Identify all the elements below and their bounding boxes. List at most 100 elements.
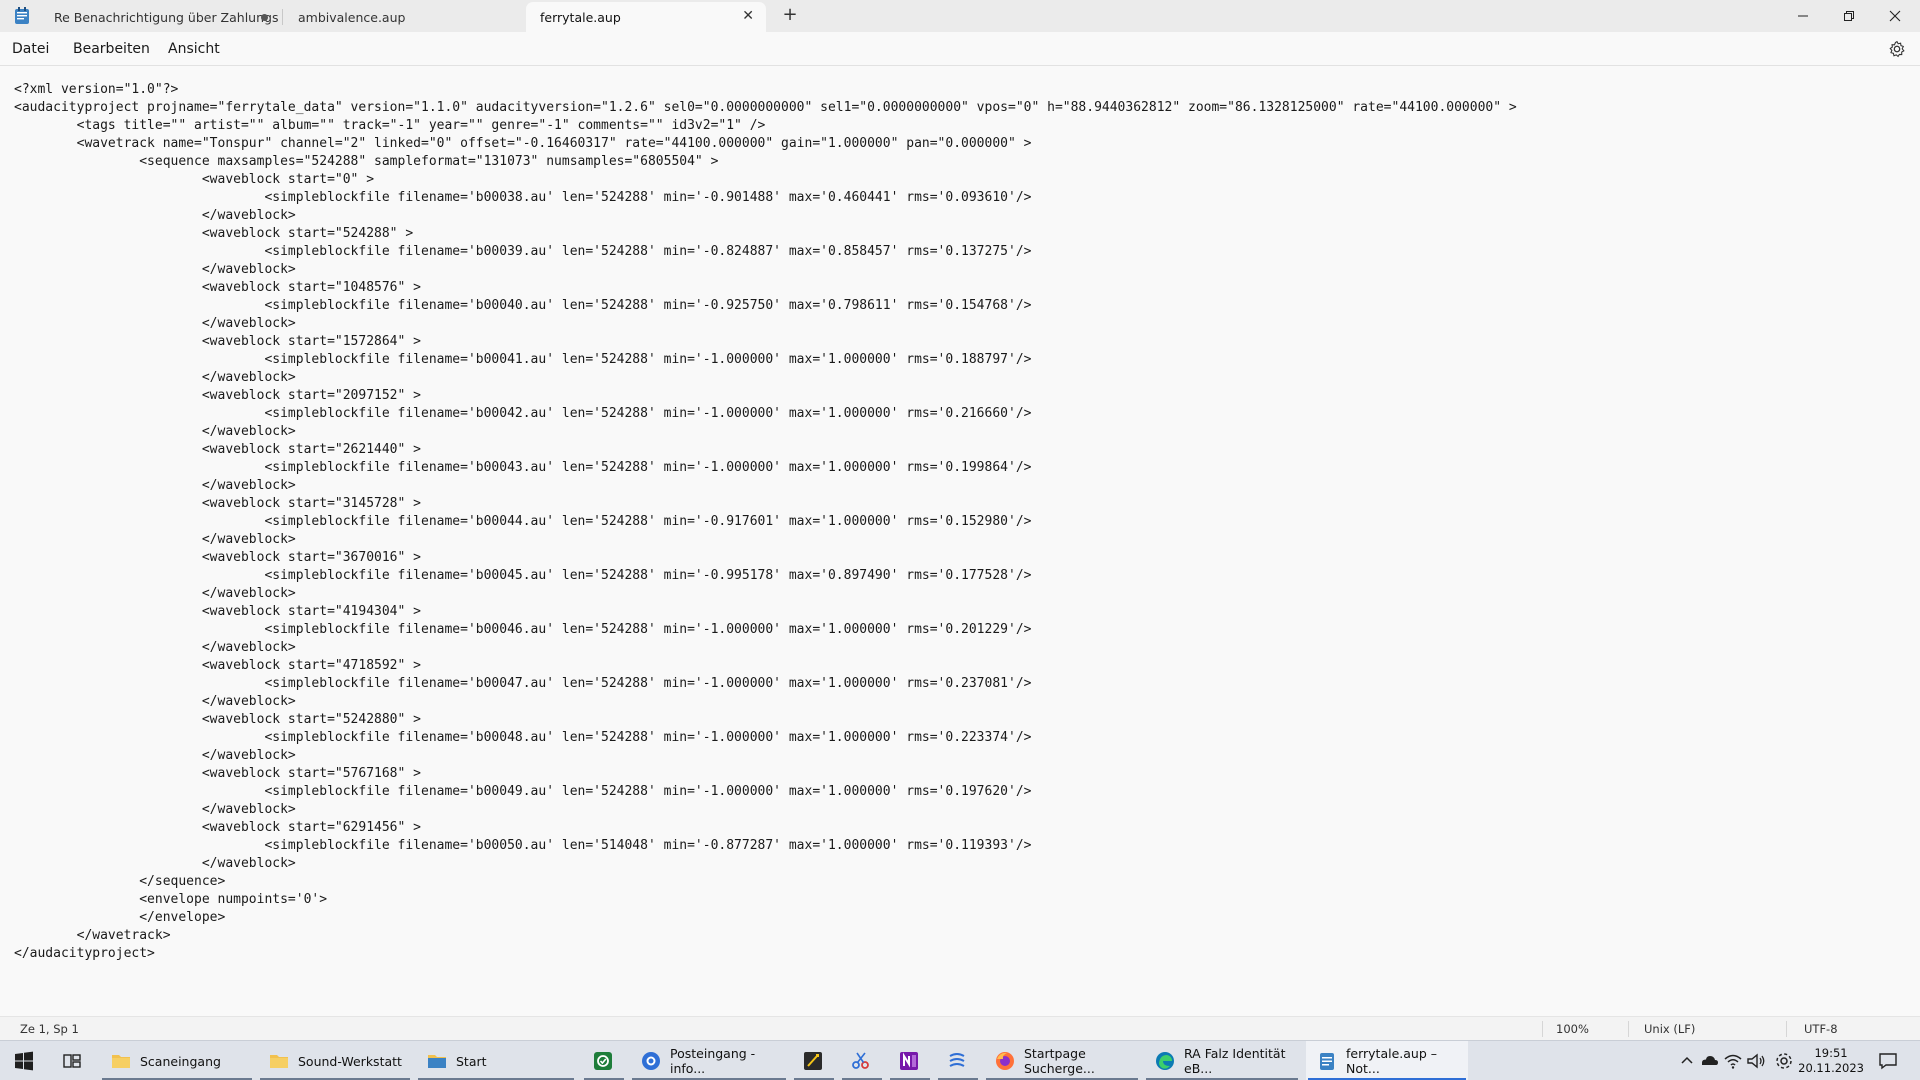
taskbar-item-ferrytale[interactable]: ferrytale.aup – Not... bbox=[1306, 1041, 1468, 1080]
security-app-icon bbox=[594, 1052, 612, 1070]
code-line: <simpleblockfile filename='b00047.au' le… bbox=[14, 676, 1032, 691]
code-line: <simpleblockfile filename='b00038.au' le… bbox=[14, 190, 1032, 205]
taskbar-item-label: RA Falz Identität eB... bbox=[1184, 1046, 1286, 1076]
code-line: </waveblock> bbox=[14, 802, 296, 817]
code-line: <waveblock start="2621440" > bbox=[14, 442, 421, 457]
folder-icon bbox=[428, 1055, 446, 1068]
tab-label: ferrytale.aup bbox=[540, 9, 621, 25]
taskbar-item-ra-falz[interactable]: RA Falz Identität eB... bbox=[1144, 1041, 1300, 1080]
code-line: <simpleblockfile filename='b00041.au' le… bbox=[14, 352, 1032, 367]
folder-icon bbox=[112, 1055, 130, 1068]
code-line: <waveblock start="1572864" > bbox=[14, 334, 421, 349]
editor-content[interactable]: <?xml version="1.0"?> <audacityproject pr… bbox=[14, 81, 1517, 963]
taskbar-item-scaneingang[interactable]: Scaneingang bbox=[100, 1041, 254, 1080]
code-line: <simpleblockfile filename='b00043.au' le… bbox=[14, 460, 1032, 475]
edge-icon bbox=[1156, 1052, 1174, 1070]
code-line: </waveblock> bbox=[14, 856, 296, 871]
clock-date: 20.11.2023 bbox=[1798, 1061, 1864, 1075]
encoding[interactable]: UTF-8 bbox=[1804, 1022, 1838, 1036]
code-line: <simpleblockfile filename='b00050.au' le… bbox=[14, 838, 1032, 853]
volume-icon[interactable] bbox=[1745, 1050, 1767, 1072]
code-line: </waveblock> bbox=[14, 424, 296, 439]
code-line: <tags title="" artist="" album="" track=… bbox=[14, 118, 766, 133]
tab-ferrytale[interactable]: ferrytale.aup ✕ bbox=[526, 2, 766, 32]
code-line: </envelope> bbox=[14, 910, 226, 925]
code-line: <waveblock start="4718592" > bbox=[14, 658, 421, 673]
menu-bearbeiten[interactable]: Bearbeiten bbox=[73, 41, 150, 57]
code-line: <simpleblockfile filename='b00044.au' le… bbox=[14, 514, 1032, 529]
code-line: </waveblock> bbox=[14, 478, 296, 493]
tab-ambivalence[interactable]: ambivalence.aup bbox=[284, 2, 524, 32]
taskbar-item-startpage[interactable]: Startpage Sucherge... bbox=[984, 1041, 1140, 1080]
onenote-icon bbox=[900, 1052, 918, 1070]
tab-divider bbox=[282, 9, 283, 25]
cursor-position: Ze 1, Sp 1 bbox=[20, 1022, 79, 1036]
taskbar-item-label: Start bbox=[456, 1053, 487, 1069]
code-line: <waveblock start="6291456" > bbox=[14, 820, 421, 835]
line-ending[interactable]: Unix (LF) bbox=[1644, 1022, 1695, 1036]
taskbar-item-start[interactable]: Start bbox=[416, 1041, 576, 1080]
title-bar: Re Benachrichtigung über Zahlungs ambiva… bbox=[0, 0, 1920, 32]
clock-time: 19:51 bbox=[1814, 1046, 1848, 1060]
code-line: <simpleblockfile filename='b00039.au' le… bbox=[14, 244, 1032, 259]
app-icon bbox=[949, 1053, 965, 1067]
restore-icon bbox=[1844, 11, 1854, 21]
code-line: <waveblock start="2097152" > bbox=[14, 388, 421, 403]
code-line: </waveblock> bbox=[14, 208, 296, 223]
taskbar-item-app[interactable] bbox=[936, 1041, 980, 1080]
taskbar-item-security-app[interactable] bbox=[582, 1041, 626, 1080]
code-line: <waveblock start="524288" > bbox=[14, 226, 414, 241]
new-tab-button[interactable]: + bbox=[780, 4, 800, 25]
code-line: <waveblock start="3145728" > bbox=[14, 496, 421, 511]
menu-bar: Datei Bearbeiten Ansicht bbox=[0, 32, 1920, 66]
code-line: </wavetrack> bbox=[14, 928, 171, 943]
code-line: <waveblock start="1048576" > bbox=[14, 280, 421, 295]
code-line: <simpleblockfile filename='b00040.au' le… bbox=[14, 298, 1032, 313]
tab-benachrichtigung[interactable]: Re Benachrichtigung über Zahlungs bbox=[40, 2, 280, 32]
wifi-icon[interactable] bbox=[1722, 1050, 1744, 1072]
task-view-icon[interactable] bbox=[61, 1050, 83, 1072]
windows-start-icon[interactable] bbox=[13, 1050, 35, 1072]
maximize-button[interactable] bbox=[1826, 0, 1872, 32]
taskbar-item-posteingang[interactable]: Posteingang - info... bbox=[630, 1041, 788, 1080]
code-line: </sequence> bbox=[14, 874, 226, 889]
tab-label: Re Benachrichtigung über Zahlungs bbox=[54, 9, 279, 25]
chevron-up-icon[interactable] bbox=[1676, 1050, 1698, 1072]
unsaved-dot-icon bbox=[261, 14, 268, 21]
notification-icon[interactable] bbox=[1878, 1051, 1898, 1071]
taskbar-item-label: Scaneingang bbox=[140, 1053, 221, 1069]
code-line: <simpleblockfile filename='b00046.au' le… bbox=[14, 622, 1032, 637]
notepad-icon bbox=[1320, 1053, 1334, 1070]
minimize-button[interactable] bbox=[1780, 0, 1826, 32]
taskbar-item-sound-werkstatt[interactable]: Sound-Werkstatt bbox=[258, 1041, 412, 1080]
firefox-icon bbox=[996, 1052, 1014, 1070]
folder-icon bbox=[270, 1055, 288, 1068]
taskbar-item-label: Posteingang - info... bbox=[670, 1046, 756, 1076]
text-editor[interactable]: <?xml version="1.0"?> <audacityproject pr… bbox=[0, 67, 1920, 1010]
code-line: </waveblock> bbox=[14, 694, 296, 709]
code-line: <waveblock start="4194304" > bbox=[14, 604, 421, 619]
code-line: </waveblock> bbox=[14, 640, 296, 655]
close-button[interactable] bbox=[1872, 0, 1918, 32]
onedrive-icon[interactable] bbox=[1698, 1050, 1720, 1072]
taskbar-item-onenote[interactable] bbox=[888, 1041, 932, 1080]
status-divider bbox=[1786, 1021, 1787, 1037]
tab-close-icon[interactable]: ✕ bbox=[742, 8, 754, 24]
code-line: </waveblock> bbox=[14, 748, 296, 763]
gear-icon[interactable] bbox=[1773, 1050, 1795, 1072]
taskbar-item-label: Startpage Sucherge... bbox=[1024, 1046, 1095, 1076]
menu-datei[interactable]: Datei bbox=[12, 41, 49, 57]
menu-ansicht[interactable]: Ansicht bbox=[168, 41, 220, 57]
taskbar-item-snipping-tool[interactable] bbox=[840, 1041, 884, 1080]
zoom-level[interactable]: 100% bbox=[1556, 1022, 1589, 1036]
mail-app-icon bbox=[642, 1052, 660, 1070]
sticky-notes-icon bbox=[804, 1052, 822, 1070]
taskbar-item-sticky-notes[interactable] bbox=[792, 1041, 836, 1080]
system-clock[interactable]: 19:51 20.11.2023 bbox=[1798, 1046, 1864, 1076]
code-line: </waveblock> bbox=[14, 370, 296, 385]
gear-icon[interactable] bbox=[1888, 40, 1906, 58]
status-divider bbox=[1628, 1021, 1629, 1037]
code-line: </waveblock> bbox=[14, 586, 296, 601]
taskbar-item-label: ferrytale.aup – Not... bbox=[1346, 1046, 1437, 1076]
code-line: </waveblock> bbox=[14, 532, 296, 547]
